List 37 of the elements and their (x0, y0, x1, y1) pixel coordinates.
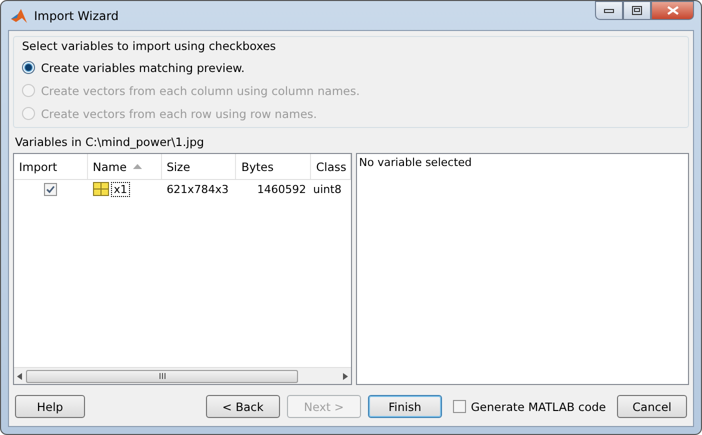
horizontal-scrollbar[interactable] (14, 367, 351, 384)
source-label: Variables in C:\mind_power\1.jpg (15, 135, 206, 149)
close-icon (666, 6, 678, 15)
column-header[interactable]: Bytes (236, 154, 312, 179)
window-title: Import Wizard (34, 8, 120, 22)
generate-code-option[interactable]: Generate MATLAB code (452, 400, 606, 414)
radio-option[interactable]: Create variables matching preview. (22, 59, 680, 76)
maximize-icon (632, 6, 642, 15)
sort-up-icon (132, 164, 142, 169)
group-title: Select variables to import using checkboxes (22, 39, 277, 53)
maximize-button[interactable] (623, 1, 651, 20)
help-button[interactable]: Help (15, 395, 85, 418)
close-button[interactable] (651, 1, 694, 20)
table-cell-text: 1460592 (256, 182, 308, 196)
import-checkbox[interactable] (44, 182, 58, 196)
wizard-button[interactable]: Finish (368, 395, 442, 418)
minimize-icon (604, 8, 614, 12)
wizard-button[interactable]: < Back (206, 395, 280, 418)
table-cell-text: 621x784x3 (166, 182, 230, 196)
grip-icon (158, 373, 166, 379)
generate-code-checkbox[interactable] (452, 400, 466, 413)
app-logo-icon (10, 8, 28, 24)
cancel-button[interactable]: Cancel (617, 395, 687, 418)
table-cell-text: uint8 (312, 182, 342, 196)
column-header[interactable]: Name (88, 154, 162, 179)
column-header[interactable]: Class (311, 154, 352, 179)
minimize-button[interactable] (595, 1, 623, 20)
scroll-thumb[interactable] (26, 370, 298, 382)
column-header[interactable]: Size (162, 154, 236, 179)
check-icon (46, 184, 56, 194)
scroll-left-icon (17, 372, 22, 380)
preview-text: No variable selected (359, 156, 472, 169)
matrix-icon (92, 182, 109, 196)
column-header[interactable]: Import (14, 154, 88, 179)
radio-button[interactable] (22, 61, 35, 74)
scroll-right-icon (343, 372, 348, 380)
table-cell: x1 (110, 182, 130, 196)
